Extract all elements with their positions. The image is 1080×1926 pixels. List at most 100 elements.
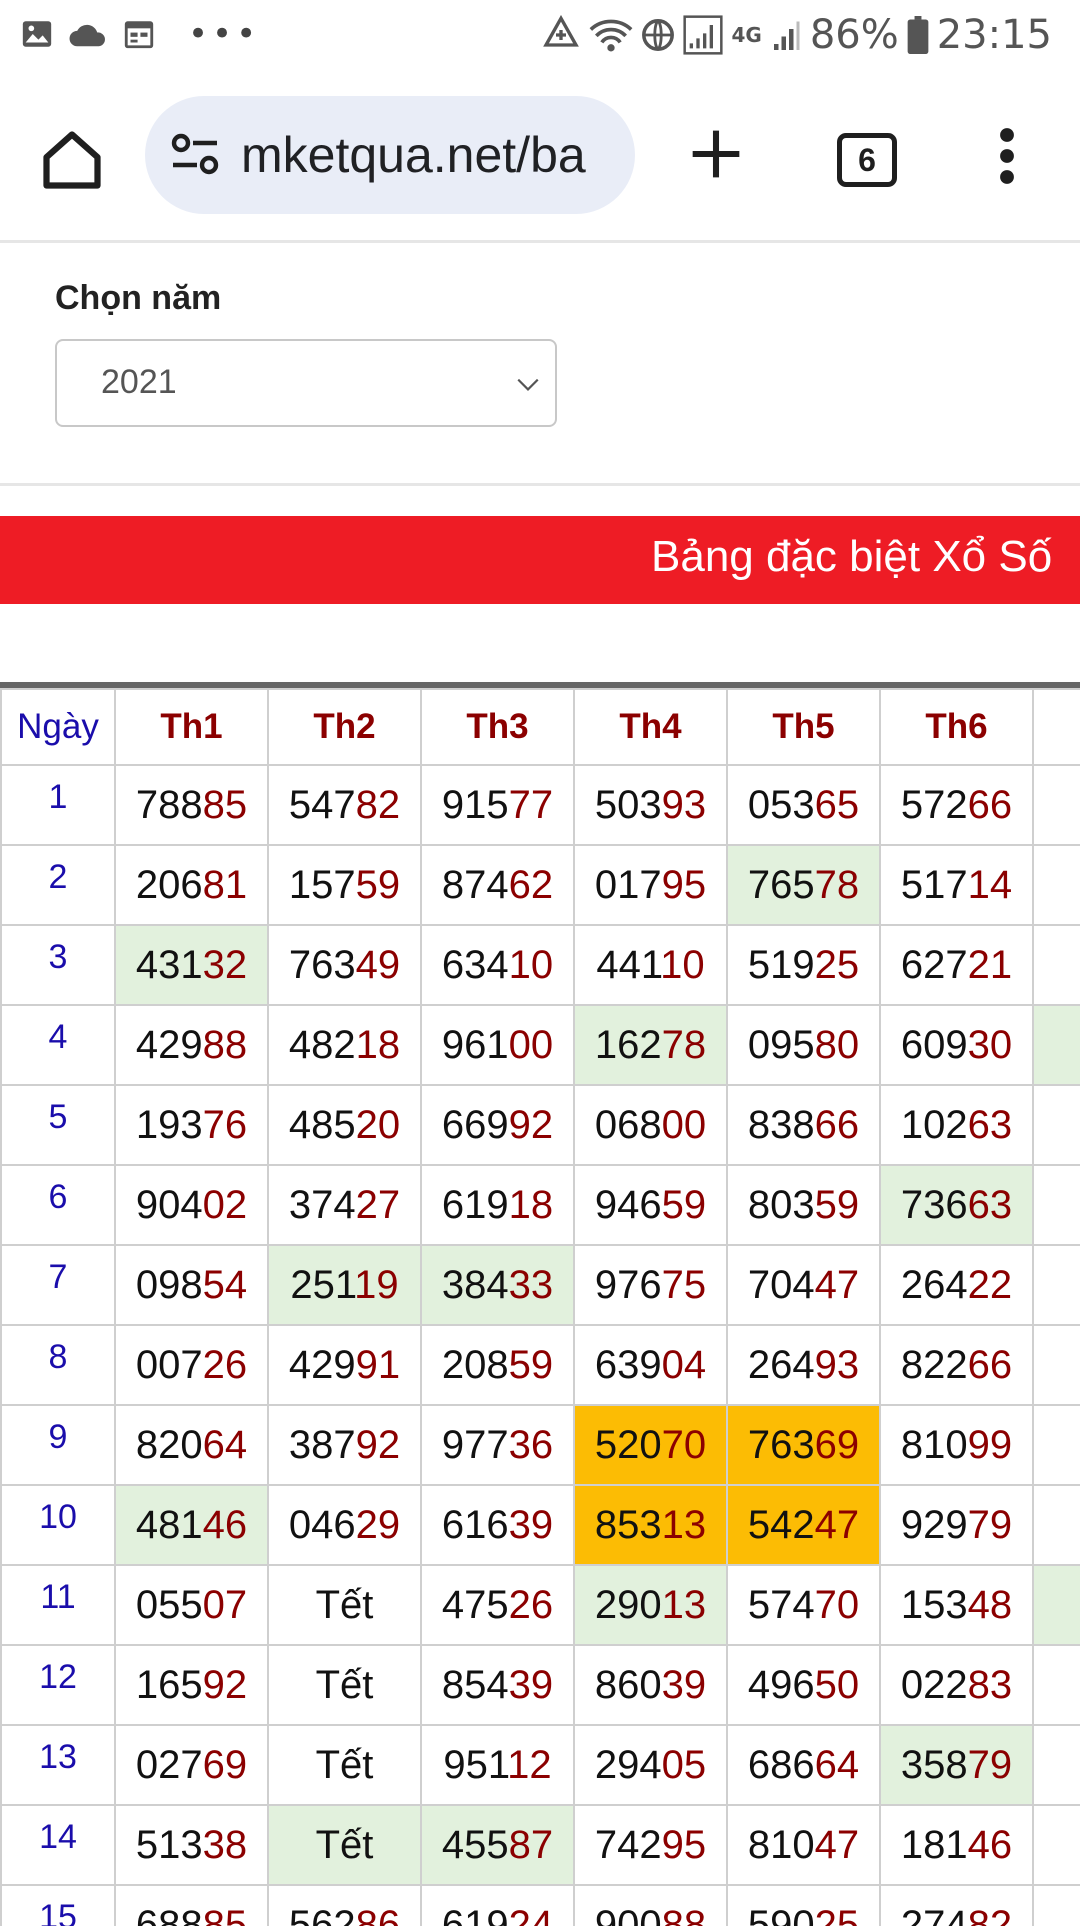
result-cell[interactable]: 63410 xyxy=(421,925,574,1005)
result-cell[interactable]: Tết xyxy=(268,1565,421,1645)
result-cell[interactable]: 85439 xyxy=(421,1645,574,1725)
home-button[interactable] xyxy=(38,126,106,194)
result-cell[interactable]: 85313 xyxy=(574,1485,727,1565)
result-cell[interactable]: 94659 xyxy=(574,1165,727,1245)
day-link[interactable]: 4 xyxy=(1,1005,115,1085)
day-link[interactable]: 8 xyxy=(1,1325,115,1405)
day-link[interactable]: 12 xyxy=(1,1645,115,1725)
result-cell[interactable]: 97736 xyxy=(421,1405,574,1485)
tab-switcher-button[interactable]: 6 xyxy=(837,133,897,187)
day-link[interactable]: 2 xyxy=(1,845,115,925)
result-cell[interactable]: 62721 xyxy=(880,925,1033,1005)
result-cell[interactable]: 96100 xyxy=(421,1005,574,1085)
result-cell[interactable]: 73663 xyxy=(880,1165,1033,1245)
result-cell[interactable]: 19376 xyxy=(115,1085,268,1165)
result-cell[interactable]: 48218 xyxy=(268,1005,421,1085)
result-cell[interactable]: 87462 xyxy=(421,845,574,925)
site-settings-icon[interactable] xyxy=(169,132,221,183)
result-cell[interactable]: 90402 xyxy=(115,1165,268,1245)
result-cell[interactable]: 38 xyxy=(1033,1565,1080,1645)
year-select[interactable]: 2021 xyxy=(55,339,557,427)
result-cell[interactable]: 48 xyxy=(1033,1645,1080,1725)
day-link[interactable]: 14 xyxy=(1,1805,115,1885)
results-table-container[interactable]: NgàyTh1Th2Th3Th4Th5Th6T 1788855478291577… xyxy=(0,682,1080,1926)
result-cell[interactable]: 44110 xyxy=(574,925,727,1005)
result-cell[interactable]: 42991 xyxy=(268,1325,421,1405)
result-cell[interactable]: 97675 xyxy=(574,1245,727,1325)
result-cell[interactable]: 48146 xyxy=(115,1485,268,1565)
result-cell[interactable]: 52070 xyxy=(574,1405,727,1485)
day-link[interactable]: 11 xyxy=(1,1565,115,1645)
result-cell[interactable]: 04629 xyxy=(268,1485,421,1565)
result-cell[interactable]: 02769 xyxy=(115,1725,268,1805)
result-cell[interactable]: 76369 xyxy=(727,1405,880,1485)
address-bar[interactable]: mketqua.net/ba xyxy=(145,96,635,214)
result-cell[interactable]: 87 xyxy=(1033,845,1080,925)
result-cell[interactable]: 98 xyxy=(1033,1805,1080,1885)
result-cell[interactable]: 81099 xyxy=(880,1405,1033,1485)
result-cell[interactable]: 76578 xyxy=(727,845,880,925)
menu-button[interactable] xyxy=(995,126,1019,186)
result-cell[interactable]: 92979 xyxy=(880,1485,1033,1565)
result-cell[interactable]: 42988 xyxy=(115,1005,268,1085)
day-link[interactable]: 10 xyxy=(1,1485,115,1565)
result-cell[interactable]: 95112 xyxy=(421,1725,574,1805)
result-cell[interactable]: 66992 xyxy=(421,1085,574,1165)
result-cell[interactable]: Tết xyxy=(268,1805,421,1885)
day-link[interactable]: 9 xyxy=(1,1405,115,1485)
result-cell[interactable]: 61 xyxy=(1033,1245,1080,1325)
result-cell[interactable]: 16592 xyxy=(115,1645,268,1725)
result-cell[interactable]: 61918 xyxy=(421,1165,574,1245)
result-cell[interactable]: 70 xyxy=(1033,1405,1080,1485)
result-cell[interactable]: 00726 xyxy=(115,1325,268,1405)
result-cell[interactable]: 54782 xyxy=(268,765,421,845)
result-cell[interactable]: 80359 xyxy=(727,1165,880,1245)
result-cell[interactable]: 68664 xyxy=(727,1725,880,1805)
result-cell[interactable]: 06800 xyxy=(574,1085,727,1165)
result-cell[interactable]: 57266 xyxy=(880,765,1033,845)
result-cell[interactable]: 54247 xyxy=(727,1485,880,1565)
result-cell[interactable]: 01 xyxy=(1033,765,1080,845)
result-cell[interactable]: 63904 xyxy=(574,1325,727,1405)
result-cell[interactable]: 91577 xyxy=(421,765,574,845)
result-cell[interactable]: 20681 xyxy=(115,845,268,925)
result-cell[interactable]: 51714 xyxy=(880,845,1033,925)
result-cell[interactable]: 16278 xyxy=(574,1005,727,1085)
result-cell[interactable]: 60930 xyxy=(880,1005,1033,1085)
result-cell[interactable]: 05507 xyxy=(115,1565,268,1645)
result-cell[interactable]: 48520 xyxy=(268,1085,421,1165)
day-link[interactable]: 5 xyxy=(1,1085,115,1165)
result-cell[interactable]: 61639 xyxy=(421,1485,574,1565)
result-cell[interactable]: 46 xyxy=(1033,1165,1080,1245)
result-cell[interactable]: 18146 xyxy=(880,1805,1033,1885)
result-cell[interactable]: 57470 xyxy=(727,1565,880,1645)
day-link[interactable]: 3 xyxy=(1,925,115,1005)
new-tab-button[interactable] xyxy=(688,126,744,182)
result-cell[interactable]: 76349 xyxy=(268,925,421,1005)
result-cell[interactable]: 96 xyxy=(1033,1005,1080,1085)
result-cell[interactable]: 10263 xyxy=(880,1085,1033,1165)
result-cell[interactable]: 37427 xyxy=(268,1165,421,1245)
result-cell[interactable]: 15348 xyxy=(880,1565,1033,1645)
result-cell[interactable]: 82064 xyxy=(115,1405,268,1485)
result-cell[interactable]: 45587 xyxy=(421,1805,574,1885)
result-cell[interactable]: 29013 xyxy=(574,1565,727,1645)
result-cell[interactable]: 05365 xyxy=(727,765,880,845)
result-cell[interactable]: 50393 xyxy=(574,765,727,845)
result-cell[interactable]: 15759 xyxy=(268,845,421,925)
result-cell[interactable]: 20859 xyxy=(421,1325,574,1405)
result-cell[interactable]: Tết xyxy=(268,1645,421,1725)
result-cell[interactable]: 01795 xyxy=(574,845,727,925)
result-cell[interactable]: 26422 xyxy=(880,1245,1033,1325)
result-cell[interactable]: 83866 xyxy=(727,1085,880,1165)
result-cell[interactable]: 86039 xyxy=(574,1645,727,1725)
result-cell[interactable]: 43132 xyxy=(115,925,268,1005)
result-cell[interactable]: 53 xyxy=(1033,1485,1080,1565)
result-cell[interactable]: 35879 xyxy=(880,1725,1033,1805)
day-link[interactable]: 1 xyxy=(1,765,115,845)
result-cell[interactable]: 70447 xyxy=(727,1245,880,1325)
url-text[interactable]: mketqua.net/ba xyxy=(241,126,586,184)
result-cell[interactable]: 38792 xyxy=(268,1405,421,1485)
result-cell[interactable]: 81047 xyxy=(727,1805,880,1885)
result-cell[interactable]: 51338 xyxy=(115,1805,268,1885)
